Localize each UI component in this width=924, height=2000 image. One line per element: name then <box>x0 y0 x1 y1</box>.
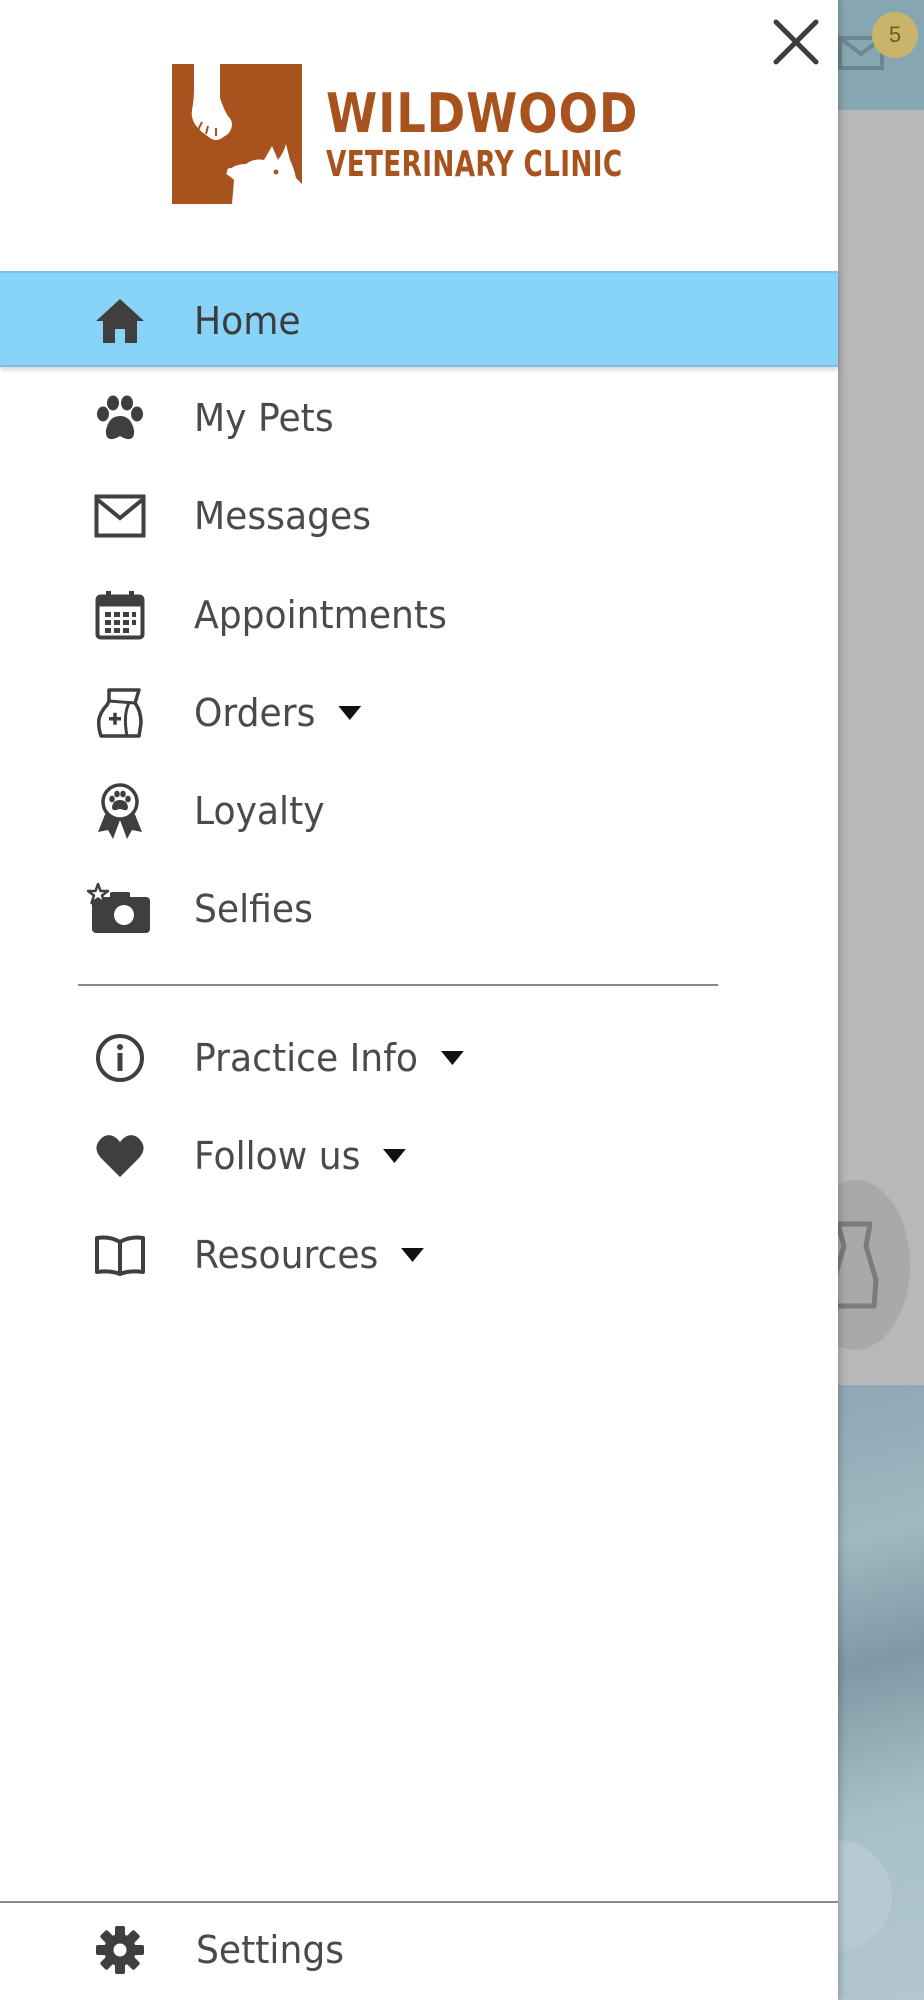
food-bag-icon <box>92 687 148 739</box>
navigation-drawer: WILDWOOD VETERINARY CLINIC Home My Pets <box>0 0 838 2000</box>
chevron-down-icon <box>440 1050 464 1065</box>
envelope-icon <box>92 490 148 542</box>
award-ribbon-icon <box>92 783 148 839</box>
heart-icon <box>92 1130 148 1182</box>
practice-info-label-text: Practice Info <box>194 1036 418 1080</box>
menu-item-resources[interactable]: Resources <box>0 1207 838 1303</box>
calendar-icon <box>92 589 148 641</box>
menu-item-label: Orders <box>194 691 362 735</box>
menu-item-home[interactable]: Home <box>0 271 838 367</box>
logo-name: WILDWOOD <box>326 82 639 145</box>
orders-label-text: Orders <box>194 691 316 735</box>
menu-divider <box>78 984 718 986</box>
camera-icon <box>86 883 152 935</box>
clinic-logo: WILDWOOD VETERINARY CLINIC <box>172 64 672 204</box>
follow-us-label-text: Follow us <box>194 1134 361 1178</box>
menu-item-label: Loyalty <box>194 789 325 833</box>
menu-item-loyalty[interactable]: Loyalty <box>0 763 838 859</box>
menu-item-label: My Pets <box>194 396 334 440</box>
close-icon <box>773 19 819 65</box>
logo-subtitle: VETERINARY CLINIC <box>326 144 623 185</box>
menu-item-settings[interactable]: Settings <box>0 1904 838 2000</box>
menu-item-label: Follow us <box>194 1134 406 1178</box>
resources-label-text: Resources <box>194 1233 379 1277</box>
gear-icon <box>92 1924 148 1976</box>
close-button[interactable] <box>770 16 822 68</box>
menu-item-label: Messages <box>194 494 372 538</box>
chevron-down-icon <box>383 1148 406 1163</box>
paw-icon <box>92 392 148 444</box>
menu-item-messages[interactable]: Messages <box>0 468 838 564</box>
menu-item-appointments[interactable]: Appointments <box>0 567 838 663</box>
logo-mark-icon <box>172 64 302 204</box>
menu-item-selfies[interactable]: Selfies <box>0 861 838 957</box>
home-icon <box>92 295 148 347</box>
menu-item-label: Resources <box>194 1233 424 1277</box>
info-icon <box>92 1032 148 1084</box>
menu-item-label: Appointments <box>194 593 447 637</box>
menu-item-label: Practice Info <box>194 1036 464 1080</box>
chevron-down-icon <box>338 705 362 720</box>
menu-item-orders[interactable]: Orders <box>0 665 838 761</box>
settings-divider <box>0 1901 838 1903</box>
book-icon <box>92 1229 148 1281</box>
chevron-down-icon <box>401 1247 424 1262</box>
menu-item-label: Selfies <box>194 887 313 931</box>
menu-item-follow-us[interactable]: Follow us <box>0 1108 838 1204</box>
background-notification-badge: 5 <box>872 12 918 58</box>
menu-item-label: Home <box>194 299 301 343</box>
menu-item-label: Settings <box>196 1928 345 1972</box>
menu-item-practice-info[interactable]: Practice Info <box>0 1010 838 1106</box>
menu-item-my-pets[interactable]: My Pets <box>0 370 838 466</box>
